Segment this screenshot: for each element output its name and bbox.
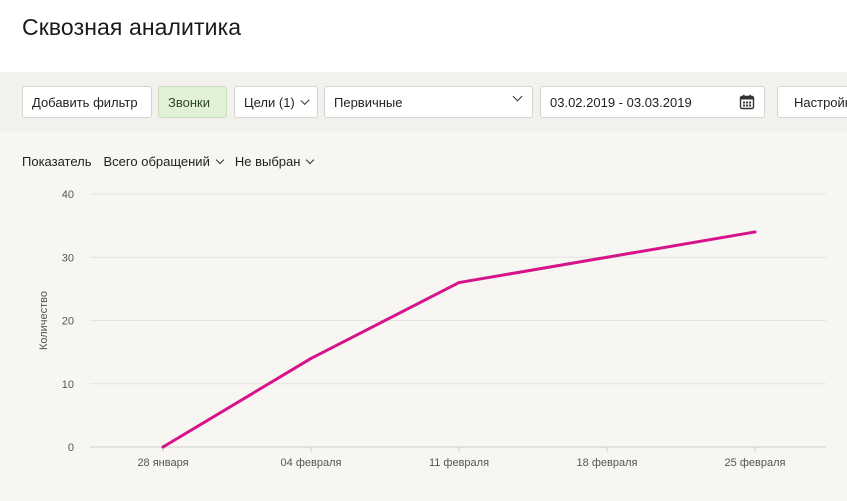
y-tick-label: 40 xyxy=(62,189,74,201)
y-tick-label: 20 xyxy=(62,316,74,328)
goals-dropdown[interactable]: Цели (1) xyxy=(234,86,318,118)
data-point[interactable] xyxy=(457,281,461,285)
chart-panel: Показатель Всего обращений Не выбран 0 10… xyxy=(0,132,847,501)
x-tick-label: 18 февраля xyxy=(577,457,638,469)
chevron-down-icon xyxy=(300,95,310,105)
data-point[interactable] xyxy=(161,445,165,449)
filter-toolbar: Добавить фильтр Звонки Цели (1) Первичны… xyxy=(0,72,847,132)
series-line xyxy=(161,230,757,449)
data-point[interactable] xyxy=(753,230,757,234)
line-chart: 0 10 20 30 40 28 января 04 февраля 11 февраля 18… xyxy=(38,189,826,469)
date-range-value: 03.02.2019 - 03.03.2019 xyxy=(550,94,692,110)
x-tick-label: 25 февраля xyxy=(725,457,786,469)
contact-type-value: Первичные xyxy=(334,94,403,110)
x-tick-label: 11 февраля xyxy=(429,457,489,469)
data-point[interactable] xyxy=(605,255,609,259)
page-title: Сквозная аналитика xyxy=(22,14,242,40)
y-tick-label: 30 xyxy=(62,252,74,264)
x-tick-label: 28 января xyxy=(137,457,188,469)
add-filter-label: Добавить фильтр xyxy=(32,94,138,110)
y-axis-label: Количество xyxy=(38,291,50,350)
date-range-input[interactable]: 03.02.2019 - 03.03.2019 xyxy=(540,86,765,118)
goals-dropdown-label: Цели (1) xyxy=(244,94,295,110)
settings-label: Настройки xyxy=(794,94,847,110)
y-tick-label: 0 xyxy=(68,442,74,454)
calendar-icon xyxy=(739,94,755,110)
contact-type-select[interactable]: Первичные xyxy=(324,86,533,118)
y-tick-label: 10 xyxy=(62,379,74,391)
chevron-down-icon xyxy=(512,91,523,102)
tab-calls-label: Звонки xyxy=(168,94,210,110)
tab-calls[interactable]: Звонки xyxy=(158,86,227,118)
data-point[interactable] xyxy=(309,356,313,360)
x-tick-label: 04 февраля xyxy=(281,457,342,469)
settings-button[interactable]: Настройки xyxy=(777,86,847,118)
add-filter-button[interactable]: Добавить фильтр xyxy=(22,86,152,118)
